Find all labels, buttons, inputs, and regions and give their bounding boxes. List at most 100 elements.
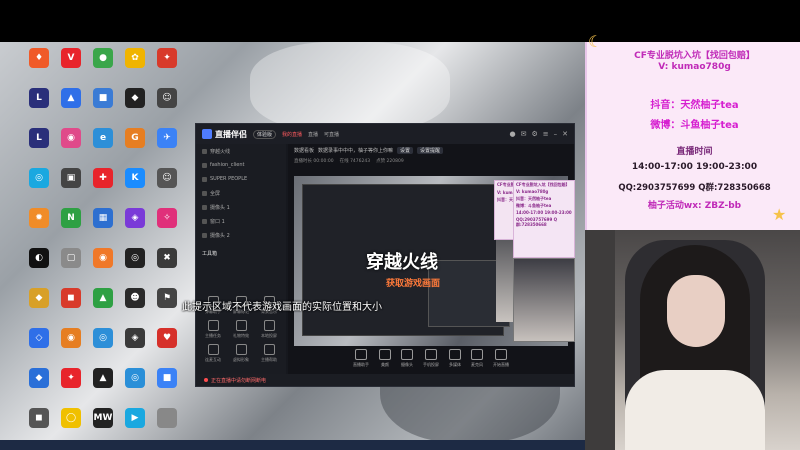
app-shortcut-icon: ✖ [157, 248, 177, 268]
desktop-icon[interactable]: ▲ [56, 88, 86, 128]
desktop-icon[interactable]: ⚑ [152, 288, 182, 328]
bottom-tool-button[interactable]: 手机投屏 [423, 348, 439, 368]
desktop-icon[interactable]: ◎ [120, 368, 150, 408]
app-shortcut-icon: ◼ [61, 288, 81, 308]
desktop-icon[interactable]: ✦ [56, 368, 86, 408]
announce-tag-button[interactable]: 设置 [397, 146, 414, 154]
desktop-icon[interactable]: ◐ [24, 248, 54, 288]
desktop-icon[interactable]: e [88, 128, 118, 168]
desktop-icon[interactable]: ◉ [56, 128, 86, 168]
announce-action-button[interactable]: 设置提醒 [417, 146, 444, 154]
desktop-icon[interactable]: ▢ [56, 248, 86, 288]
scene-label: 摄像头 2 [210, 232, 230, 239]
desktop-icon[interactable]: ♦ [24, 48, 54, 88]
desktop-icon[interactable]: ▲ [88, 368, 118, 408]
app-shortcut-icon: ■ [157, 368, 177, 388]
bottom-tool-button[interactable]: 直播助手 [353, 348, 369, 368]
desktop-icon[interactable]: ✚ [88, 168, 118, 208]
desktop-icon[interactable]: ◎ [88, 328, 118, 368]
desktop-icon[interactable]: ☻ [120, 288, 150, 328]
desktop-icon[interactable]: ▦ [88, 208, 118, 248]
announce-text[interactable]: 数据录事中中中，柚子等你上你嘛 [318, 147, 393, 154]
bottom-tool-button[interactable]: 摄像头 [401, 348, 413, 368]
desktop-icon[interactable]: ◉ [88, 248, 118, 288]
toolbox-item[interactable]: 礼物特效 [228, 318, 254, 340]
scene-label: 穿越火线 [210, 148, 231, 155]
toolbox-item[interactable]: 主播帮助 [256, 342, 282, 364]
message-icon[interactable]: ✉ [521, 130, 527, 138]
desktop-icon[interactable]: ☺ [152, 88, 182, 128]
app-shortcut-icon: ◇ [29, 328, 49, 348]
desktop-icon[interactable]: ✧ [152, 208, 182, 248]
toolbox-item[interactable]: 虚拟形象 [228, 342, 254, 364]
bottom-tool-button[interactable]: 美颜 [379, 348, 391, 368]
toolbox-item[interactable]: 连麦互动 [200, 342, 226, 364]
scene-item[interactable]: 窗口 1 [196, 214, 286, 228]
star-icon: ★ [772, 205, 787, 224]
desktop-icon[interactable]: ◆ [24, 368, 54, 408]
desktop-icon[interactable]: ✿ [120, 48, 150, 88]
scene-item[interactable]: 穿越火线 [196, 144, 286, 158]
desktop-icon[interactable]: L [24, 88, 54, 128]
desktop-icon[interactable]: ▲ [88, 288, 118, 328]
app-shortcut-icon: G [125, 128, 145, 148]
desktop-icon[interactable]: ◈ [120, 328, 150, 368]
scene-item[interactable]: 摄像头 1 [196, 200, 286, 214]
app-shortcut-icon: ■ [93, 88, 113, 108]
desktop-icon[interactable]: ◆ [120, 88, 150, 128]
tab-my-live[interactable]: 我的直播 [282, 131, 302, 138]
toolbox-item[interactable]: 主播任务 [200, 318, 226, 340]
desktop-icon[interactable]: ◈ [120, 208, 150, 248]
tool-label: 虚拟形象 [233, 356, 249, 362]
desktop-icon[interactable]: G [120, 128, 150, 168]
settings-icon[interactable]: ⚙ [531, 130, 537, 138]
app-shortcut-icon: ☺ [157, 88, 177, 108]
toolbox-item[interactable]: 本地投屏 [256, 318, 282, 340]
scene-item[interactable]: 全屏 [196, 186, 286, 200]
avatar-icon[interactable]: ● [509, 130, 515, 138]
info-qq-line: QQ:2903757699 Q群:728350668 [618, 183, 771, 193]
mini-info-line: 微博：斗鱼柚子tea [516, 203, 552, 208]
desktop-icon[interactable]: ☺ [152, 168, 182, 208]
mini-info-line: 14:00-17:00 19:00-23:00 [516, 210, 572, 215]
scene-item[interactable]: fashion_client [196, 158, 286, 172]
scene-item[interactable]: SUPER PEOPLE [196, 172, 286, 186]
desktop-icon[interactable]: ✖ [152, 248, 182, 288]
desktop-icon[interactable]: ◼ [56, 288, 86, 328]
bottom-tool-button[interactable]: 麦克风 [471, 348, 483, 368]
desktop-icon[interactable]: ♥ [152, 328, 182, 368]
desktop-icon[interactable]: ● [88, 48, 118, 88]
taskbar[interactable] [0, 440, 585, 450]
desktop-icon[interactable]: L [24, 128, 54, 168]
desktop-icon[interactable]: ◉ [56, 328, 86, 368]
tab-live[interactable]: 直播 [308, 131, 318, 138]
menu-icon[interactable]: ≡ [543, 130, 549, 138]
desktop-icon[interactable]: ■ [88, 88, 118, 128]
app-shortcut-icon: ♦ [29, 48, 49, 68]
desktop-icon[interactable]: ◆ [24, 288, 54, 328]
stat-duration: 直播时长 00:00:00 [294, 159, 334, 164]
streamer-info-panel: CF专业脱坑入坑【找回包赔】 V: kumao780g 抖音：天然柚子tea 微… [585, 42, 800, 230]
webcam-background [585, 230, 615, 450]
desktop-icon[interactable]: ▣ [56, 168, 86, 208]
desktop-icon[interactable]: N [56, 208, 86, 248]
tab-available[interactable]: 可直播 [324, 131, 339, 138]
desktop-icon[interactable]: V [56, 48, 86, 88]
app-shortcut-icon: ◯ [61, 408, 81, 428]
app-shortcut-icon: ◆ [29, 368, 49, 388]
bottom-tool-button[interactable]: 开始直播 [493, 348, 509, 368]
app-shortcut-icon [157, 408, 177, 428]
scene-item[interactable]: 摄像头 2 [196, 228, 286, 242]
desktop-icon[interactable]: K [120, 168, 150, 208]
desktop-icon[interactable]: ✹ [24, 208, 54, 248]
desktop-icon[interactable]: ✈ [152, 128, 182, 168]
close-icon[interactable]: ✕ [562, 130, 568, 138]
desktop-icon[interactable]: ◎ [120, 248, 150, 288]
desktop-icon[interactable]: ■ [152, 368, 182, 408]
desktop-icon[interactable]: ◎ [24, 168, 54, 208]
bottom-tool-button[interactable]: 多媒体 [449, 348, 461, 368]
desktop-icon[interactable]: ✦ [152, 48, 182, 88]
minimize-icon[interactable]: – [554, 130, 558, 138]
app-shortcut-icon: V [61, 48, 81, 68]
desktop-icon[interactable]: ◇ [24, 328, 54, 368]
